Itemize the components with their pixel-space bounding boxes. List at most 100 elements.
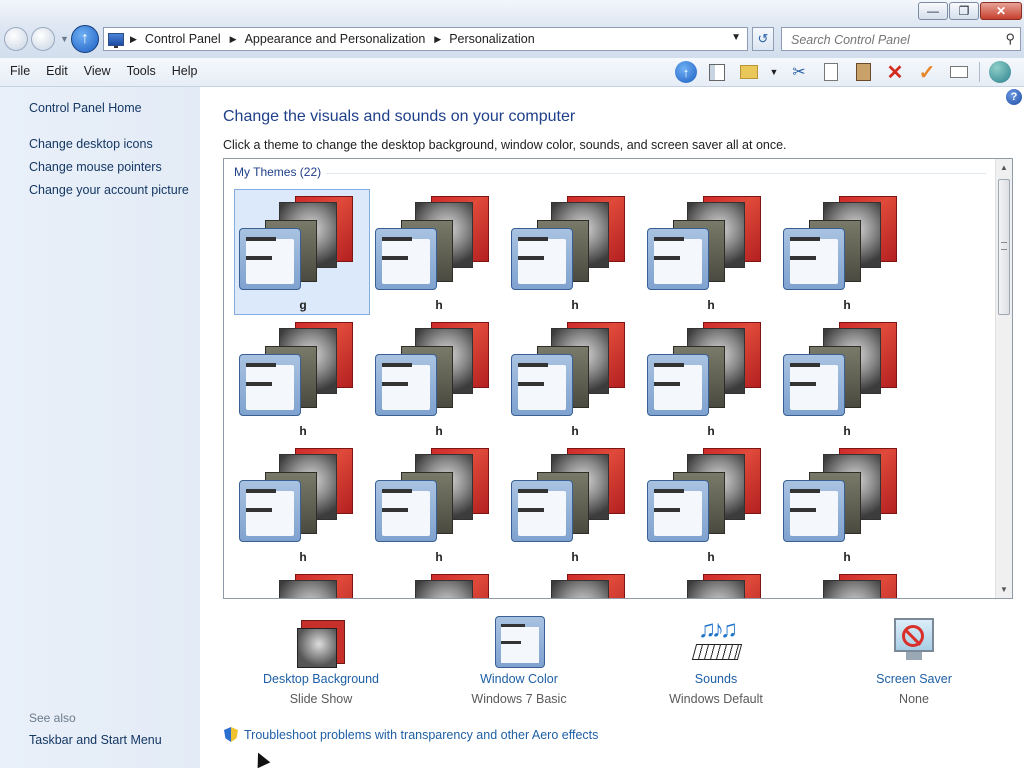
screen-saver-icon[interactable] [890,616,940,668]
screen-saver-link[interactable]: Screen Saver [834,672,994,686]
minimize-button[interactable]: — [918,2,948,20]
theme-item[interactable] [506,567,642,598]
theme-thumbnail [647,194,761,292]
toolbar-separator [979,62,980,82]
theme-item[interactable] [778,567,914,598]
page-description: Click a theme to change the desktop back… [223,138,787,152]
menu-tools[interactable]: Tools [119,64,164,78]
help-icon[interactable]: ? [1006,89,1022,105]
close-button[interactable]: ✕ [980,2,1022,20]
close-icon: ✕ [995,4,1007,18]
theme-item[interactable]: h [506,441,642,567]
themes-list[interactable]: My Themes (22) g h h h h h h h h h h h h h h ▲ ▼ [223,158,1013,599]
desktop-background-link[interactable]: Desktop Background [241,672,401,686]
theme-thumbnail [783,194,897,292]
refresh-button[interactable]: ↺ [752,27,774,51]
folder-dropdown-icon[interactable]: ▼ [769,60,779,84]
theme-item[interactable] [370,567,506,599]
delete-icon[interactable]: ✕ [883,60,907,84]
window-color-icon[interactable] [495,616,545,668]
theme-item[interactable]: h [778,441,914,567]
my-themes-group-header[interactable]: My Themes (22) [234,165,321,179]
theme-item[interactable]: h [370,189,506,315]
theme-thumbnail [647,446,761,544]
theme-photo-portrait [687,580,745,598]
theme-label: h [571,424,579,438]
theme-thumbnail [375,320,489,418]
theme-item[interactable]: h [506,315,642,441]
left-task-pane: Control Panel Home Change desktop icons … [0,87,200,768]
sounds-icon[interactable]: ♫♪♫ [691,616,743,668]
theme-item[interactable]: g [234,189,370,315]
breadcrumb-personalization[interactable]: Personalization [449,32,534,46]
theme-photo-dark [401,598,453,599]
pane-icon[interactable] [705,60,729,84]
up-button[interactable]: ↑ [71,25,99,53]
back-button[interactable] [4,27,28,51]
theme-label: h [843,298,851,312]
paste-icon[interactable] [851,60,875,84]
cut-icon[interactable]: ✂ [787,60,811,84]
themes-scrollbar[interactable]: ▲ ▼ [995,159,1012,598]
control-panel-home-link[interactable]: Control Panel Home [29,101,142,115]
theme-item[interactable]: h [506,189,642,315]
theme-thumbnail [783,446,897,544]
check-icon[interactable]: ✓ [915,60,939,84]
desktop-background-icon[interactable] [297,616,347,668]
theme-item[interactable]: h [642,189,778,315]
theme-item[interactable]: h [234,441,370,567]
search-input[interactable] [789,29,993,51]
theme-item[interactable]: h [234,315,370,441]
theme-label: h [435,298,443,312]
troubleshoot-aero-label[interactable]: Troubleshoot problems with transparency … [244,728,598,742]
theme-window-preview [783,480,845,542]
breadcrumb-appearance[interactable]: Appearance and Personalization [245,32,426,46]
theme-item[interactable] [642,567,778,598]
theme-item[interactable]: h [778,315,914,441]
address-dropdown-icon[interactable]: ▼ [731,32,741,43]
theme-label: h [707,550,715,564]
copy-icon[interactable] [819,60,843,84]
address-bar[interactable]: ▶ Control Panel ▶ Appearance and Persona… [103,27,748,51]
menu-view[interactable]: View [76,64,119,78]
menu-help[interactable]: Help [164,64,206,78]
theme-label: h [435,550,443,564]
theme-thumbnail [375,572,489,599]
breadcrumb-chevron-icon[interactable]: ▶ [434,34,441,45]
menu-toolbar-row: File Edit View Tools Help ↑ ▼ ✂ ✕ ✓ [0,58,1024,87]
theme-item[interactable]: h [370,315,506,441]
theme-window-preview [511,354,573,416]
folder-icon[interactable] [737,60,761,84]
breadcrumb-chevron-icon[interactable]: ▶ [230,34,237,45]
mail-icon[interactable] [947,60,971,84]
search-icon[interactable]: ⚲ [1005,31,1015,47]
change-mouse-pointers-link[interactable]: Change mouse pointers [29,160,162,174]
maximize-button[interactable]: ❐ [949,2,979,20]
breadcrumb-control-panel[interactable]: Control Panel [145,32,221,46]
change-account-picture-link[interactable]: Change your account picture [29,183,189,197]
scroll-up-arrow-icon[interactable]: ▲ [1000,163,1008,172]
search-box[interactable]: ⚲ [781,27,1021,51]
window-color-link[interactable]: Window Color [439,672,599,686]
theme-item[interactable] [234,567,370,599]
sounds-link[interactable]: Sounds [636,672,796,686]
change-desktop-icons-link[interactable]: Change desktop icons [29,137,153,151]
recent-pages-dropdown[interactable]: ▼ [60,34,69,44]
theme-item[interactable]: h [642,315,778,441]
theme-item[interactable]: h [642,441,778,567]
globe-icon[interactable] [988,60,1012,84]
theme-window-preview [239,354,301,416]
breadcrumb-chevron-icon[interactable]: ▶ [130,34,137,45]
theme-item[interactable]: h [778,189,914,315]
theme-item[interactable]: h [370,441,506,567]
menu-edit[interactable]: Edit [38,64,76,78]
theme-photo-dark [265,598,317,599]
troubleshoot-aero-link[interactable]: Troubleshoot problems with transparency … [224,727,598,742]
theme-thumbnail [511,194,625,292]
menu-file[interactable]: File [2,64,38,78]
taskbar-start-menu-link[interactable]: Taskbar and Start Menu [29,733,162,747]
up-icon[interactable]: ↑ [675,61,697,83]
scroll-thumb[interactable] [998,179,1010,315]
forward-button[interactable] [31,27,55,51]
scroll-down-arrow-icon[interactable]: ▼ [1000,585,1008,594]
